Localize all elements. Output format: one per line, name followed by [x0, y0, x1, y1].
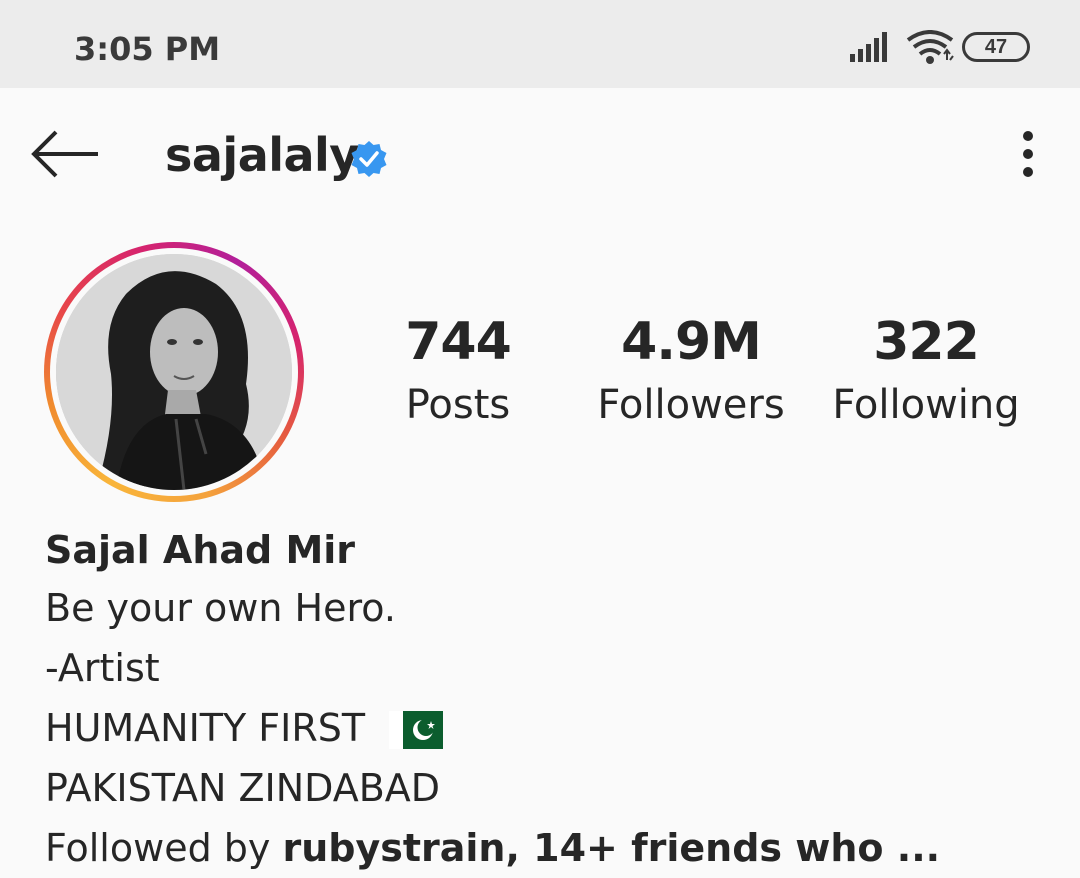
- avatar-portrait-image: [56, 254, 292, 490]
- bio-line: PAKISTAN ZINDABAD: [45, 766, 441, 810]
- stat-followers[interactable]: 4.9M Followers: [581, 312, 801, 428]
- avatar-ring-gap: [50, 248, 298, 496]
- pakistan-flag-icon: [389, 711, 444, 749]
- bio-display-name: Sajal Ahad Mir: [45, 528, 356, 572]
- bio-line: -Artist: [45, 646, 160, 690]
- profile-header: sajalaly: [0, 88, 1080, 218]
- posts-label: Posts: [405, 382, 511, 428]
- back-arrow-icon[interactable]: [30, 126, 100, 182]
- profile-avatar[interactable]: [44, 242, 304, 502]
- profile-username: sajalaly: [165, 128, 359, 182]
- followed-by-prefix: Followed by: [45, 826, 283, 870]
- bio-line-humanity: HUMANITY FIRST: [45, 698, 1045, 758]
- wifi-icon: [906, 30, 954, 64]
- followed-by-text[interactable]: Followed by rubystrain, 14+ friends who …: [45, 818, 1045, 878]
- status-time: 3:05 PM: [74, 30, 221, 68]
- bio-line: Be your own Hero.: [45, 586, 396, 630]
- posts-count: 744: [405, 312, 512, 372]
- followers-label: Followers: [597, 382, 785, 428]
- verified-badge-icon: [351, 141, 387, 177]
- avatar-photo: [56, 254, 292, 490]
- signal-icon: [850, 32, 887, 62]
- profile-bio: Sajal Ahad Mir Be your own Hero. -Artist…: [45, 526, 1045, 878]
- more-options-icon[interactable]: [1008, 128, 1048, 180]
- stat-posts[interactable]: 744 Posts: [348, 312, 568, 428]
- followed-by-names: rubystrain, 14+ friends who ...: [282, 826, 941, 870]
- stat-following[interactable]: 322 Following: [816, 312, 1036, 428]
- battery-icon: 47: [962, 32, 1030, 62]
- followers-count: 4.9M: [621, 312, 762, 372]
- status-bar: 3:05 PM 47: [0, 0, 1080, 88]
- following-label: Following: [832, 382, 1020, 428]
- bio-line-text: HUMANITY FIRST: [45, 706, 366, 750]
- following-count: 322: [873, 312, 980, 372]
